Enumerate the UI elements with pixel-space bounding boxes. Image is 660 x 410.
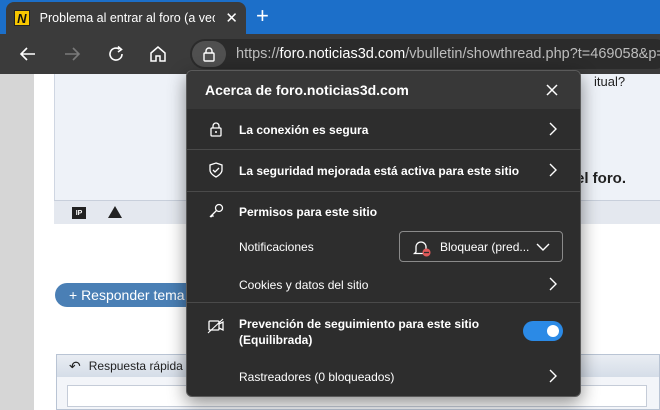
chevron-down-icon: [536, 243, 550, 251]
permissions-header: Permisos para este sitio: [239, 205, 378, 219]
permissions-header-row: Permisos para este sitio: [187, 192, 580, 228]
chevron-right-icon: [549, 163, 557, 177]
site-info-flyout: Acerca de foro.noticias3d.com La conexió…: [186, 70, 581, 397]
tracking-prevention-row: Prevención de seguimiento para este siti…: [187, 303, 580, 359]
cookies-label: Cookies y datos del sitio: [239, 278, 369, 292]
enhanced-security-label: La seguridad mejorada está activa para e…: [239, 164, 520, 178]
address-bar[interactable]: https://foro.noticias3d.com/vbulletin/sh…: [190, 39, 660, 69]
site-info-button[interactable]: [192, 41, 226, 67]
tracking-camera-icon: [207, 318, 224, 334]
url-scheme: https://: [236, 46, 280, 62]
notifications-select[interactable]: Bloquear (pred...: [399, 231, 563, 262]
connection-label: La conexión es segura: [239, 123, 369, 137]
connection-row[interactable]: La conexión es segura: [187, 109, 580, 149]
site-favicon: N: [14, 10, 30, 26]
shield-icon: [209, 162, 223, 178]
tab-title: Problema al entrar al foro (a veces: [39, 11, 216, 25]
post-heading-fragment: el foro.: [576, 170, 627, 187]
tab-close-icon[interactable]: ✕: [225, 9, 238, 27]
tracking-prevention-toggle[interactable]: [523, 321, 563, 341]
back-arrow-icon: [19, 47, 35, 61]
url-text: https://foro.noticias3d.com/vbulletin/sh…: [236, 46, 660, 62]
home-icon: [150, 46, 166, 62]
quick-reply-title: Respuesta rápida: [88, 359, 183, 373]
forward-arrow-icon: [65, 47, 81, 61]
close-icon: [546, 84, 558, 96]
new-tab-button[interactable]: +: [256, 5, 269, 27]
blocked-bell-icon: [412, 241, 431, 257]
refresh-icon: [109, 45, 123, 61]
notifications-label: Notificaciones: [239, 240, 314, 254]
trackers-label: Rastreadores (0 bloqueados): [239, 370, 395, 384]
notifications-value: Bloquear (pred...: [440, 240, 530, 254]
tracking-prevention-label: Prevención de seguimiento para este siti…: [239, 317, 480, 331]
tab-strip: N Problema al entrar al foro (a veces ✕ …: [0, 0, 660, 34]
post-text-fragment: itual?: [594, 74, 626, 89]
browser-tab[interactable]: N Problema al entrar al foro (a veces ✕: [6, 2, 246, 34]
refresh-button[interactable]: [104, 42, 128, 66]
reply-arrow-icon: ↶: [69, 357, 81, 374]
chevron-right-icon: [549, 277, 557, 291]
url-path: /vbulletin/showthread.php?t=469058&p=: [405, 46, 660, 62]
cookies-row[interactable]: Cookies y datos del sitio: [187, 267, 580, 301]
reply-thread-button[interactable]: + Responder tema: [55, 283, 205, 307]
key-icon: [209, 203, 224, 218]
chevron-right-icon: [549, 369, 557, 383]
url-host: foro.noticias3d.com: [279, 46, 406, 62]
toggle-knob: [547, 325, 559, 337]
enhanced-security-row[interactable]: La seguridad mejorada está activa para e…: [187, 150, 580, 190]
close-button[interactable]: [543, 81, 561, 99]
flyout-title: Acerca de foro.noticias3d.com: [205, 82, 409, 98]
flyout-header: Acerca de foro.noticias3d.com: [187, 71, 580, 109]
browser-toolbar: https://foro.noticias3d.com/vbulletin/sh…: [0, 34, 660, 74]
trackers-row[interactable]: Rastreadores (0 bloqueados): [187, 359, 580, 395]
back-button[interactable]: [16, 42, 40, 66]
home-button[interactable]: [146, 42, 170, 66]
report-warning-icon[interactable]: [108, 206, 122, 218]
forward-button[interactable]: [60, 42, 84, 66]
lock-icon: [210, 122, 222, 137]
chevron-right-icon: [549, 122, 557, 136]
lock-icon: [203, 47, 215, 62]
tracking-prevention-level: (Equilibrada): [239, 333, 313, 347]
ip-icon[interactable]: IP: [72, 207, 86, 219]
